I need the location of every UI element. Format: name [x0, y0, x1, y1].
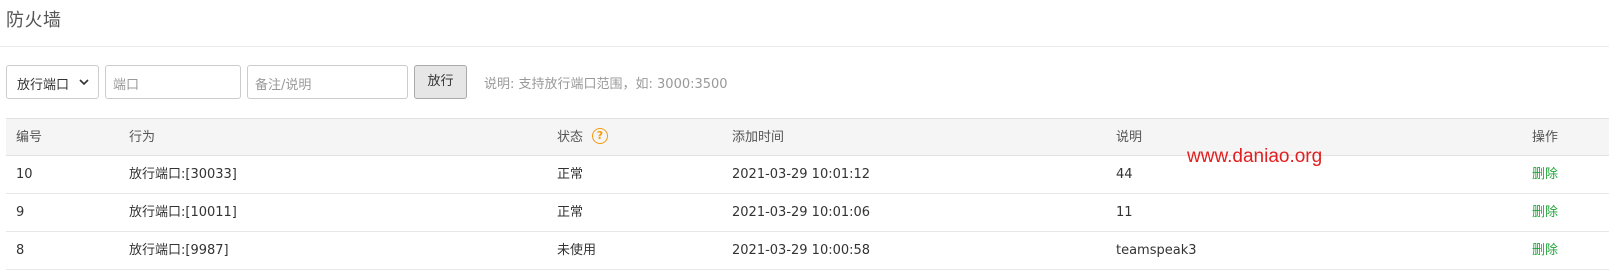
- table-row: 10 放行端口:[30033] 正常 2021-03-29 10:01:12 4…: [6, 156, 1609, 194]
- col-header-status[interactable]: 状态: [557, 119, 583, 156]
- row-note: teamspeak3: [1116, 243, 1197, 258]
- row-id: 10: [16, 167, 33, 182]
- chevron-down-icon: [79, 79, 89, 86]
- watermark-text: www.daniao.org: [1187, 146, 1323, 167]
- row-action: 放行端口:[10011]: [129, 205, 237, 220]
- row-id: 9: [16, 205, 25, 220]
- table-row: 8 放行端口:[9987] 未使用 2021-03-29 10:00:58 te…: [6, 232, 1609, 270]
- firewall-rules-table: 编号 行为 状态 ? 添加时间 说明 操作 10 放行端口:[30033] 正常…: [6, 118, 1609, 270]
- col-header-operation: 操作: [1532, 130, 1559, 145]
- row-time: 2021-03-29 10:01:06: [732, 205, 871, 220]
- note-input[interactable]: 备注/说明: [247, 65, 408, 99]
- row-note: 11: [1116, 205, 1133, 220]
- row-status: 未使用: [557, 243, 597, 258]
- port-input-placeholder: 端口: [113, 78, 140, 93]
- table-row: 9 放行端口:[10011] 正常 2021-03-29 10:01:06 11…: [6, 194, 1609, 232]
- col-header-time[interactable]: 添加时间: [732, 119, 784, 156]
- note-input-placeholder: 备注/说明: [255, 78, 312, 93]
- row-note: 44: [1116, 167, 1133, 182]
- question-circle-icon[interactable]: ?: [592, 128, 608, 144]
- row-id: 8: [16, 243, 25, 258]
- page-title: 防火墙: [6, 10, 62, 31]
- row-time: 2021-03-29 10:01:12: [732, 167, 871, 182]
- firewall-page: 防火墙 放行端口 端口 备注/说明 放行 说明: 支持放行端口范围，如: 300…: [0, 0, 1609, 275]
- row-action: 放行端口:[30033]: [129, 167, 237, 182]
- row-status: 正常: [557, 205, 584, 220]
- port-input[interactable]: 端口: [105, 65, 241, 99]
- rule-type-select[interactable]: 放行端口: [6, 65, 99, 99]
- col-header-note[interactable]: 说明: [1116, 119, 1142, 156]
- allow-button[interactable]: 放行: [414, 65, 467, 99]
- col-header-id[interactable]: 编号: [16, 119, 42, 156]
- table-header: 编号 行为 状态 ? 添加时间 说明 操作: [6, 118, 1609, 156]
- row-time: 2021-03-29 10:00:58: [732, 243, 871, 258]
- rule-type-value: 放行端口: [17, 78, 70, 93]
- row-status: 正常: [557, 167, 584, 182]
- col-header-action[interactable]: 行为: [129, 119, 155, 156]
- delete-link[interactable]: 删除: [1532, 156, 1558, 193]
- range-hint: 说明: 支持放行端口范围，如: 3000:3500: [484, 77, 728, 92]
- title-divider: [0, 46, 1609, 47]
- row-action: 放行端口:[9987]: [129, 243, 229, 258]
- delete-link[interactable]: 删除: [1532, 194, 1558, 231]
- delete-link[interactable]: 删除: [1532, 232, 1558, 269]
